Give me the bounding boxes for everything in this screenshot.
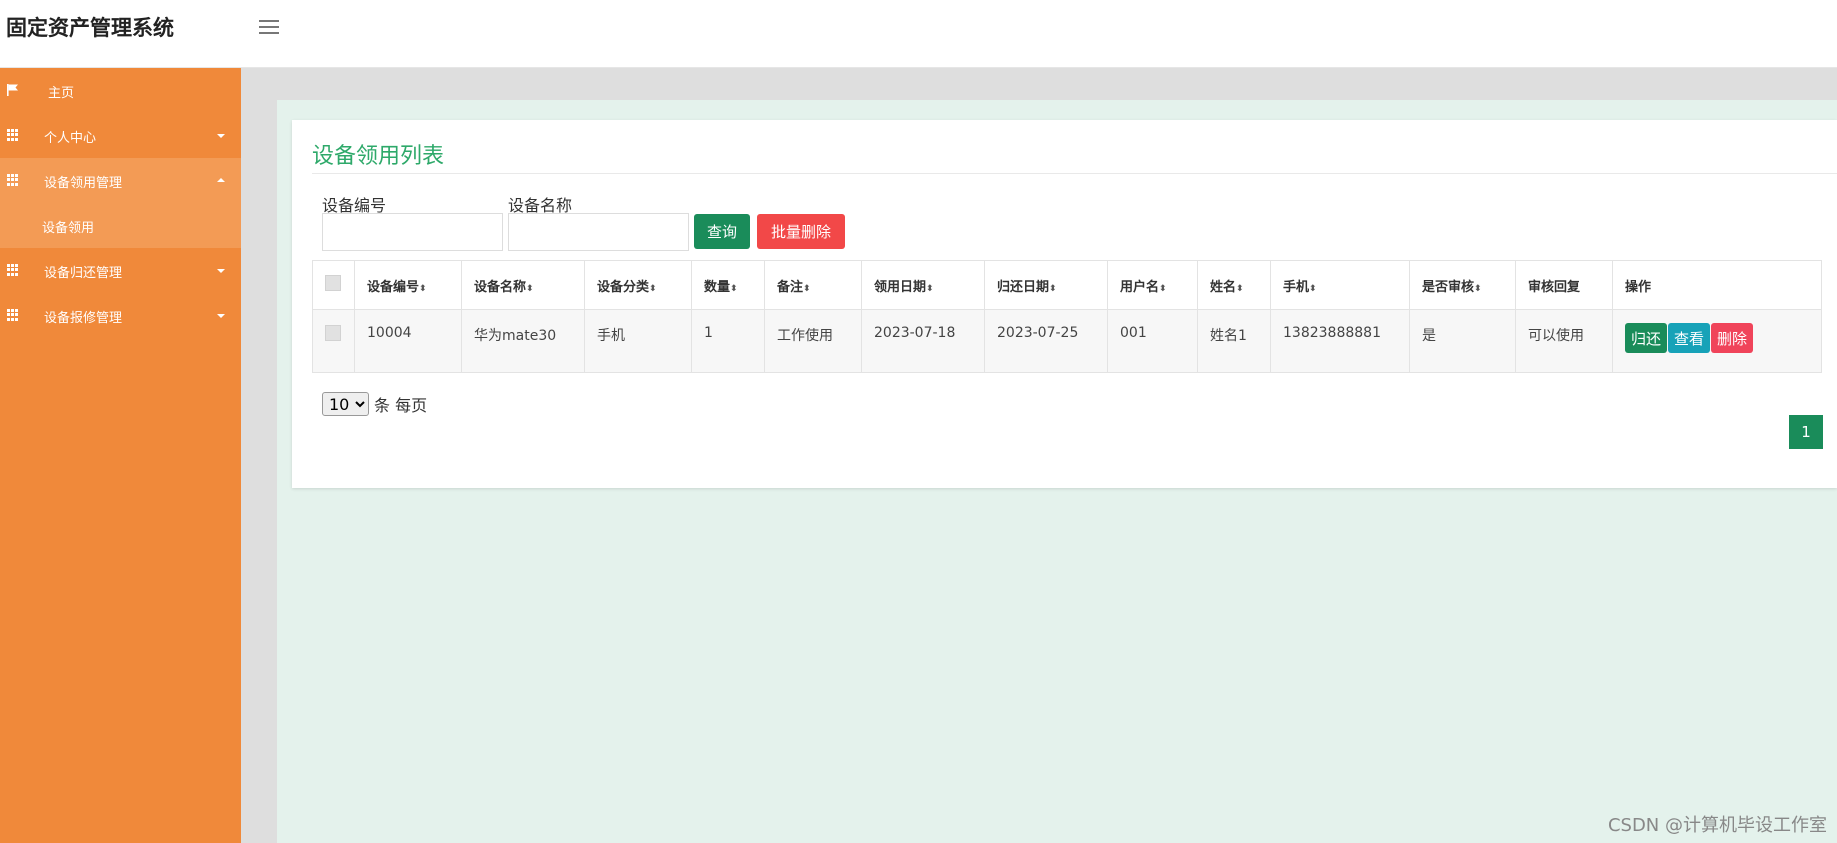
page-size-suffix: 条 每页 bbox=[374, 396, 428, 415]
sidebar-item-borrow-management[interactable]: 设备领用管理 bbox=[0, 158, 241, 203]
sidebar-item-repair-management[interactable]: 设备报修管理 bbox=[0, 293, 241, 338]
app-title: 固定资产管理系统 bbox=[6, 16, 174, 40]
data-table: 设备编号⬍ 设备名称⬍ 设备分类⬍ 数量⬍ 备注⬍ 领用日期⬍ 归还日期⬍ 用户… bbox=[312, 260, 1822, 373]
return-button[interactable]: 归还 bbox=[1625, 323, 1668, 353]
column-header[interactable]: 设备名称⬍ bbox=[461, 260, 585, 310]
sidebar-item-personal-center[interactable]: 个人中心 bbox=[0, 113, 241, 158]
column-header[interactable]: 用户名⬍ bbox=[1107, 260, 1198, 310]
column-header[interactable]: 手机⬍ bbox=[1270, 260, 1410, 310]
grid-icon bbox=[7, 264, 19, 276]
sort-icon: ⬍ bbox=[1236, 283, 1244, 294]
sidebar-item-label: 设备归还管理 bbox=[44, 266, 123, 281]
device-no-input[interactable] bbox=[322, 213, 503, 251]
sort-icon: ⬍ bbox=[526, 283, 534, 294]
sort-icon: ⬍ bbox=[649, 283, 657, 294]
sidebar-item-label: 设备领用管理 bbox=[44, 176, 123, 191]
select-all-cell bbox=[312, 260, 355, 310]
row-select-cell bbox=[312, 309, 355, 373]
cell-device-no: 10004 bbox=[354, 309, 462, 373]
column-header[interactable]: 姓名⬍ bbox=[1197, 260, 1271, 310]
sidebar: 主页 个人中心 设备领用管理 设备领用 设备归还管理 设备报修管理 bbox=[0, 68, 241, 843]
query-button[interactable]: 查询 bbox=[694, 214, 750, 249]
chevron-down-icon bbox=[217, 314, 225, 318]
view-button[interactable]: 查看 bbox=[1668, 323, 1711, 353]
cell-actions: 归还 查看 删除 bbox=[1612, 309, 1822, 373]
column-header[interactable]: 数量⬍ bbox=[691, 260, 765, 310]
column-header: 操作 bbox=[1612, 260, 1822, 310]
sidebar-subitem-label: 设备领用 bbox=[42, 221, 95, 236]
chevron-down-icon bbox=[217, 134, 225, 138]
sort-icon: ⬍ bbox=[1309, 283, 1317, 294]
sidebar-item-return-management[interactable]: 设备归还管理 bbox=[0, 248, 241, 293]
table-header-row: 设备编号⬍ 设备名称⬍ 设备分类⬍ 数量⬍ 备注⬍ 领用日期⬍ 归还日期⬍ 用户… bbox=[312, 260, 1822, 310]
content-header-strip bbox=[241, 68, 1837, 100]
delete-button[interactable]: 删除 bbox=[1711, 323, 1754, 353]
sort-icon: ⬍ bbox=[803, 283, 811, 294]
cell-audited: 是 bbox=[1409, 309, 1516, 373]
chevron-down-icon bbox=[217, 269, 225, 273]
column-header[interactable]: 设备分类⬍ bbox=[584, 260, 692, 310]
column-header[interactable]: 设备编号⬍ bbox=[354, 260, 462, 310]
sidebar-item-label: 个人中心 bbox=[44, 131, 97, 146]
grid-icon bbox=[7, 309, 19, 321]
sidebar-subitem-device-borrow[interactable]: 设备领用 bbox=[0, 203, 241, 248]
sidebar-item-label: 设备报修管理 bbox=[44, 311, 123, 326]
row-checkbox[interactable] bbox=[325, 325, 341, 341]
sort-icon: ⬍ bbox=[926, 283, 934, 294]
select-all-checkbox[interactable] bbox=[325, 275, 341, 291]
table-row: 10004 华为mate30 手机 1 工作使用 2023-07-18 2023… bbox=[312, 309, 1822, 373]
cell-audit-reply: 可以使用 bbox=[1515, 309, 1613, 373]
top-bar: 固定资产管理系统 bbox=[0, 0, 1837, 68]
sort-icon: ⬍ bbox=[1474, 283, 1482, 294]
cell-borrow-date: 2023-07-18 bbox=[861, 309, 985, 373]
sidebar-item-label: 主页 bbox=[48, 86, 75, 101]
sidebar-item-home[interactable]: 主页 bbox=[0, 68, 241, 113]
sort-icon: ⬍ bbox=[419, 283, 427, 294]
page-title: 设备领用列表 bbox=[312, 144, 445, 169]
column-header[interactable]: 领用日期⬍ bbox=[861, 260, 985, 310]
column-header: 审核回复 bbox=[1515, 260, 1613, 310]
column-header[interactable]: 备注⬍ bbox=[764, 260, 862, 310]
column-header[interactable]: 是否审核⬍ bbox=[1409, 260, 1516, 310]
grid-icon bbox=[7, 129, 19, 141]
column-header[interactable]: 归还日期⬍ bbox=[984, 260, 1108, 310]
page-size-select[interactable]: 10 bbox=[322, 392, 369, 416]
device-name-input[interactable] bbox=[508, 213, 689, 251]
cell-device-name: 华为mate30 bbox=[461, 309, 585, 373]
cell-category: 手机 bbox=[584, 309, 692, 373]
grid-icon bbox=[7, 174, 19, 186]
cell-username: 001 bbox=[1107, 309, 1198, 373]
cell-quantity: 1 bbox=[691, 309, 765, 373]
sort-icon: ⬍ bbox=[1159, 283, 1167, 294]
cell-phone: 13823888881 bbox=[1270, 309, 1410, 373]
cell-return-date: 2023-07-25 bbox=[984, 309, 1108, 373]
content-left-gutter bbox=[241, 68, 277, 843]
cell-remark: 工作使用 bbox=[764, 309, 862, 373]
batch-delete-button[interactable]: 批量删除 bbox=[757, 214, 845, 249]
cell-name: 姓名1 bbox=[1197, 309, 1271, 373]
page-button-current[interactable]: 1 bbox=[1789, 415, 1823, 449]
page-size-control: 10 条 每页 bbox=[322, 392, 427, 416]
divider bbox=[312, 173, 1837, 174]
menu-toggle-icon[interactable] bbox=[259, 18, 279, 36]
sort-icon: ⬍ bbox=[730, 283, 738, 294]
main-panel: 设备领用列表 设备编号 设备名称 查询 批量删除 设备编号⬍ 设备名称⬍ 设备分… bbox=[292, 120, 1837, 488]
sort-icon: ⬍ bbox=[1049, 283, 1057, 294]
flag-icon bbox=[7, 84, 18, 96]
chevron-up-icon bbox=[217, 178, 225, 182]
watermark: CSDN @计算机毕设工作室 bbox=[1607, 815, 1827, 836]
